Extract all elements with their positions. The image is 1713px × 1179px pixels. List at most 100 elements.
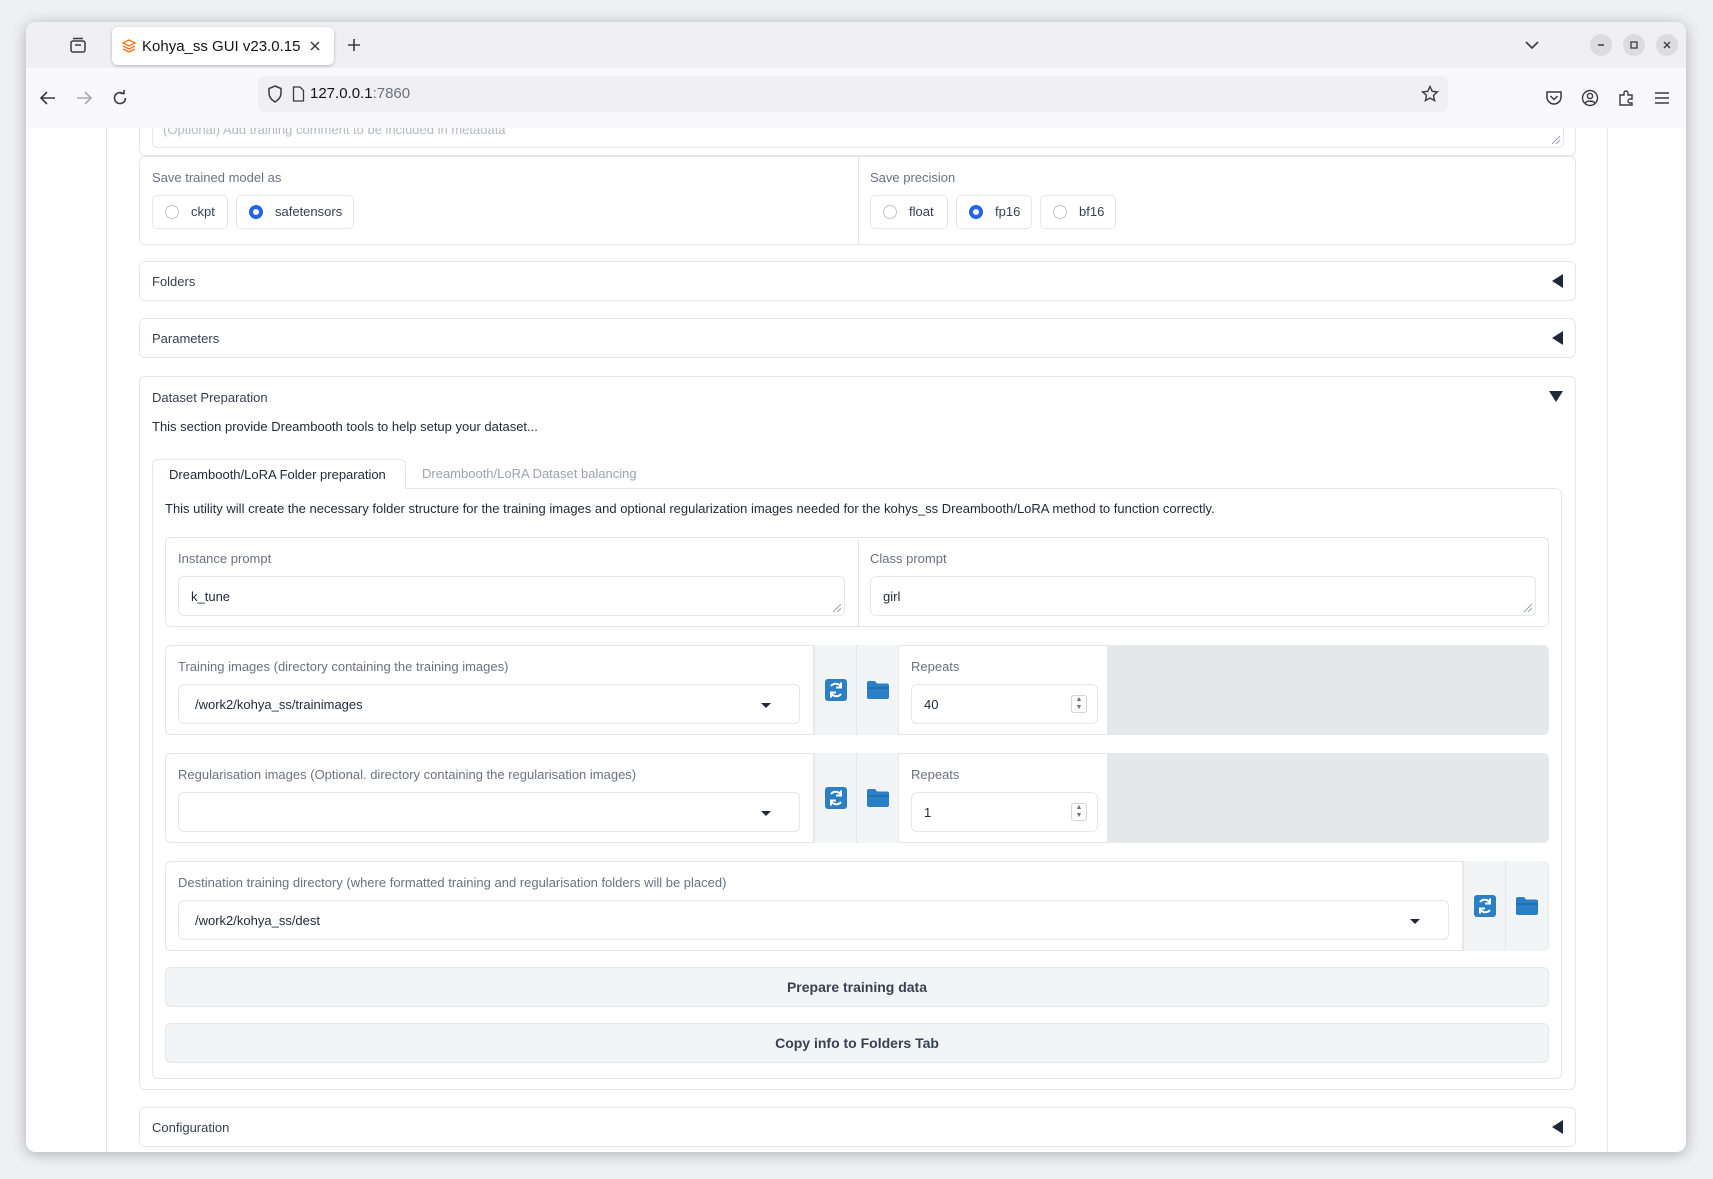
accordion-configuration[interactable]: Configuration	[139, 1107, 1576, 1147]
firefox-tab-favicon	[122, 39, 136, 53]
dropdown-caret-icon	[761, 811, 771, 816]
resize-handle[interactable]	[1552, 136, 1560, 144]
radio-dot	[883, 205, 897, 219]
metadata-panel: (Optional) Add training comment to be in…	[139, 128, 1576, 156]
folder-button[interactable]	[856, 753, 899, 843]
class-prompt-group: Class prompt girl	[858, 538, 1548, 626]
tab-dataset-balancing[interactable]: Dreambooth/LoRA Dataset balancing	[406, 459, 646, 489]
regularisation-images-group: Regularisation images (Optional. directo…	[165, 753, 814, 843]
resize-handle[interactable]	[1524, 604, 1532, 612]
spinner-icon[interactable]: ▲ ▼	[1071, 803, 1087, 821]
refresh-icon	[825, 787, 847, 809]
destination-dropdown[interactable]: /work2/kohya_ss/dest	[178, 900, 1449, 940]
pocket-icon[interactable]	[1542, 86, 1566, 110]
training-repeats-value: 40	[924, 697, 939, 712]
tab-dataset-balancing-label: Dreambooth/LoRA Dataset balancing	[422, 466, 637, 481]
radio-float[interactable]: float	[870, 195, 948, 229]
destination-label: Destination training directory (where fo…	[178, 875, 727, 890]
spinner-icon[interactable]: ▲ ▼	[1071, 695, 1087, 713]
save-options-panel: Save trained model as ckpt safetensors S…	[139, 156, 1576, 245]
browser-window: Kohya_ss GUI v23.0.15 127.0.0.1:7860 (Op…	[26, 22, 1686, 1152]
radio-ckpt[interactable]: ckpt	[152, 195, 228, 229]
radio-fp16[interactable]: fp16	[956, 195, 1032, 229]
destination-value: /work2/kohya_ss/dest	[195, 913, 321, 928]
url-port: :7860	[372, 85, 411, 102]
menu-icon[interactable]	[1650, 86, 1674, 110]
page-content: (Optional) Add training comment to be in…	[26, 128, 1686, 1152]
back-icon[interactable]	[36, 86, 60, 110]
class-prompt-input[interactable]: girl	[870, 576, 1536, 616]
dropdown-caret-icon	[761, 703, 771, 708]
expand-caret-icon[interactable]	[1549, 391, 1563, 402]
metadata-comment-textarea[interactable]: (Optional) Add training comment to be in…	[152, 128, 1564, 148]
radio-dot-selected	[249, 205, 263, 219]
refresh-button[interactable]	[1463, 861, 1506, 951]
accordion-parameters[interactable]: Parameters	[139, 318, 1576, 358]
tab-folder-preparation[interactable]: Dreambooth/LoRA Folder preparation	[152, 459, 406, 489]
training-images-dropdown[interactable]: /work2/kohya_ss/trainimages	[178, 684, 800, 724]
dataset-description: This section provide Dreambooth tools to…	[152, 419, 538, 434]
prompts-row: Instance prompt k_tune Class prompt girl	[165, 537, 1549, 627]
regularisation-repeats-label: Repeats	[911, 767, 960, 782]
browser-tab[interactable]: Kohya_ss GUI v23.0.15	[112, 27, 334, 65]
forward-icon[interactable]	[72, 86, 96, 110]
destination-row: Destination training directory (where fo…	[165, 861, 1549, 951]
radio-dot-selected	[969, 205, 983, 219]
copy-info-button[interactable]: Copy info to Folders Tab	[165, 1023, 1549, 1063]
plus-icon[interactable]	[342, 33, 366, 57]
folder-button[interactable]	[1505, 861, 1548, 951]
refresh-icon	[825, 679, 847, 701]
refresh-icon	[1474, 895, 1496, 917]
radio-bf16[interactable]: bf16	[1040, 195, 1116, 229]
utility-description: This utility will create the necessary f…	[165, 501, 1215, 516]
dropdown-caret-icon	[1410, 919, 1420, 924]
page-icon	[290, 85, 306, 103]
folder-icon	[867, 789, 889, 807]
instance-prompt-group: Instance prompt k_tune	[166, 538, 859, 626]
radio-safetensors[interactable]: safetensors	[236, 195, 354, 229]
folder-button[interactable]	[856, 645, 899, 735]
training-images-label: Training images (directory containing th…	[178, 659, 509, 674]
gradio-container: (Optional) Add training comment to be in…	[106, 128, 1608, 1152]
metadata-comment-placeholder: (Optional) Add training comment to be in…	[163, 128, 506, 137]
account-icon[interactable]	[1578, 86, 1602, 110]
reload-icon[interactable]	[108, 86, 132, 110]
accordion-dataset-preparation: Dataset Preparation This section provide…	[139, 376, 1576, 1090]
save-model-group: Save trained model as ckpt safetensors	[140, 157, 859, 244]
close-window-icon[interactable]	[1656, 34, 1678, 56]
chevron-down-icon[interactable]	[1520, 33, 1544, 57]
save-model-label: Save trained model as	[152, 170, 282, 185]
accordion-folders-title: Folders	[152, 274, 196, 289]
training-images-row: Training images (directory containing th…	[165, 645, 1549, 735]
url-text[interactable]: 127.0.0.1:7860	[310, 85, 410, 102]
training-repeats-group: Repeats 40 ▲ ▼	[898, 645, 1108, 735]
regularisation-repeats-input[interactable]: 1 ▲ ▼	[911, 792, 1098, 832]
training-repeats-input[interactable]: 40 ▲ ▼	[911, 684, 1098, 724]
folder-icon	[1516, 897, 1538, 915]
accordion-parameters-title: Parameters	[152, 331, 220, 346]
tab-list-icon[interactable]	[66, 33, 90, 57]
radio-label-ckpt: ckpt	[191, 204, 215, 219]
regularisation-images-dropdown[interactable]	[178, 792, 800, 832]
instance-prompt-input[interactable]: k_tune	[178, 576, 845, 616]
maximize-icon[interactable]	[1623, 34, 1645, 56]
radio-label-fp16: fp16	[995, 204, 1021, 219]
training-images-group: Training images (directory containing th…	[165, 645, 814, 735]
shield-icon[interactable]	[266, 85, 284, 103]
resize-handle[interactable]	[833, 604, 841, 612]
star-icon[interactable]	[1420, 84, 1440, 104]
prepare-training-data-button[interactable]: Prepare training data	[165, 967, 1549, 1007]
refresh-button[interactable]	[814, 753, 857, 843]
regularisation-images-row: Regularisation images (Optional. directo…	[165, 753, 1549, 843]
folder-icon	[867, 681, 889, 699]
url-bar[interactable]: 127.0.0.1:7860	[258, 76, 1448, 112]
accordion-folders[interactable]: Folders	[139, 261, 1576, 301]
collapse-caret-icon	[1552, 1120, 1563, 1134]
radio-dot	[1053, 205, 1067, 219]
nav-bar: 127.0.0.1:7860	[26, 68, 1686, 129]
close-icon[interactable]	[306, 37, 324, 55]
extensions-icon[interactable]	[1614, 86, 1638, 110]
minimize-icon[interactable]	[1590, 34, 1612, 56]
refresh-button[interactable]	[814, 645, 857, 735]
accordion-dataset-title[interactable]: Dataset Preparation	[152, 390, 268, 405]
